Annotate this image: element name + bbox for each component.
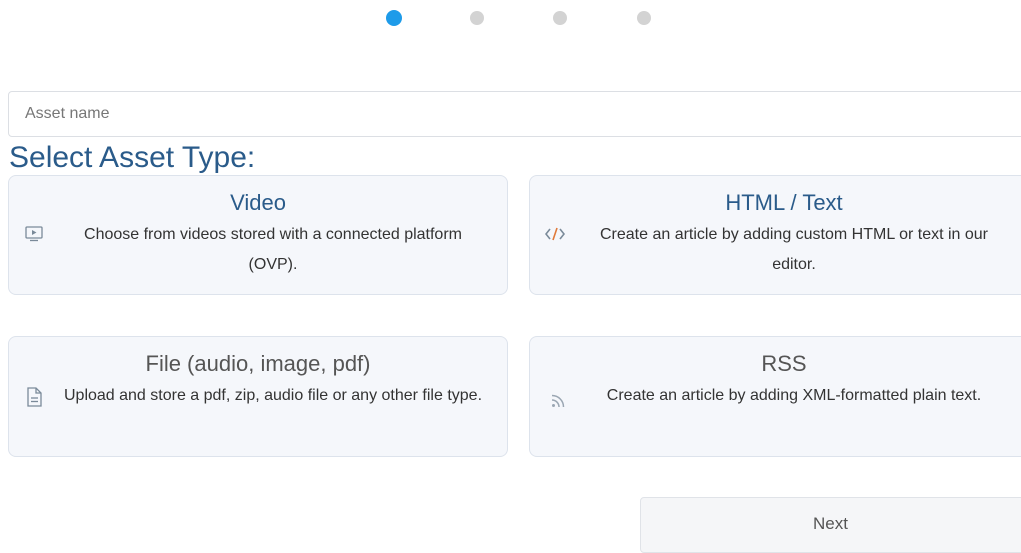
next-button-label: Next xyxy=(813,514,848,533)
code-icon xyxy=(545,224,565,244)
card-title: HTML / Text xyxy=(725,190,843,215)
card-description: Create an article by adding XML-formatte… xyxy=(606,387,982,404)
asset-type-file-card[interactable]: File (audio, image, pdf) Upload and stor… xyxy=(8,336,508,457)
card-description: Upload and store a pdf, zip, audio file … xyxy=(63,387,483,404)
step-indicator xyxy=(386,10,652,27)
step-dot-3[interactable] xyxy=(553,11,567,25)
section-title: Select Asset Type: xyxy=(9,141,256,174)
card-description: Create an article by adding custom HTML … xyxy=(599,226,989,273)
card-description: Choose from videos stored with a connect… xyxy=(84,226,462,273)
step-dot-2[interactable] xyxy=(470,11,484,25)
asset-type-rss-card[interactable]: RSS Create an article by adding XML-form… xyxy=(529,336,1021,457)
asset-type-video-card[interactable]: Video Choose from videos stored with a c… xyxy=(8,175,508,295)
asset-name-input[interactable] xyxy=(8,91,1021,137)
asset-type-html-card[interactable]: HTML / Text Create an article by adding … xyxy=(529,175,1021,295)
card-title: Video xyxy=(230,190,286,215)
step-dot-1[interactable] xyxy=(386,10,402,26)
step-dot-4[interactable] xyxy=(637,11,651,25)
next-button[interactable]: Next xyxy=(640,497,1021,553)
card-title: RSS xyxy=(761,351,807,376)
video-player-icon xyxy=(24,224,44,244)
card-title: File (audio, image, pdf) xyxy=(145,351,371,376)
rss-icon xyxy=(548,391,568,411)
file-document-icon xyxy=(24,387,44,407)
